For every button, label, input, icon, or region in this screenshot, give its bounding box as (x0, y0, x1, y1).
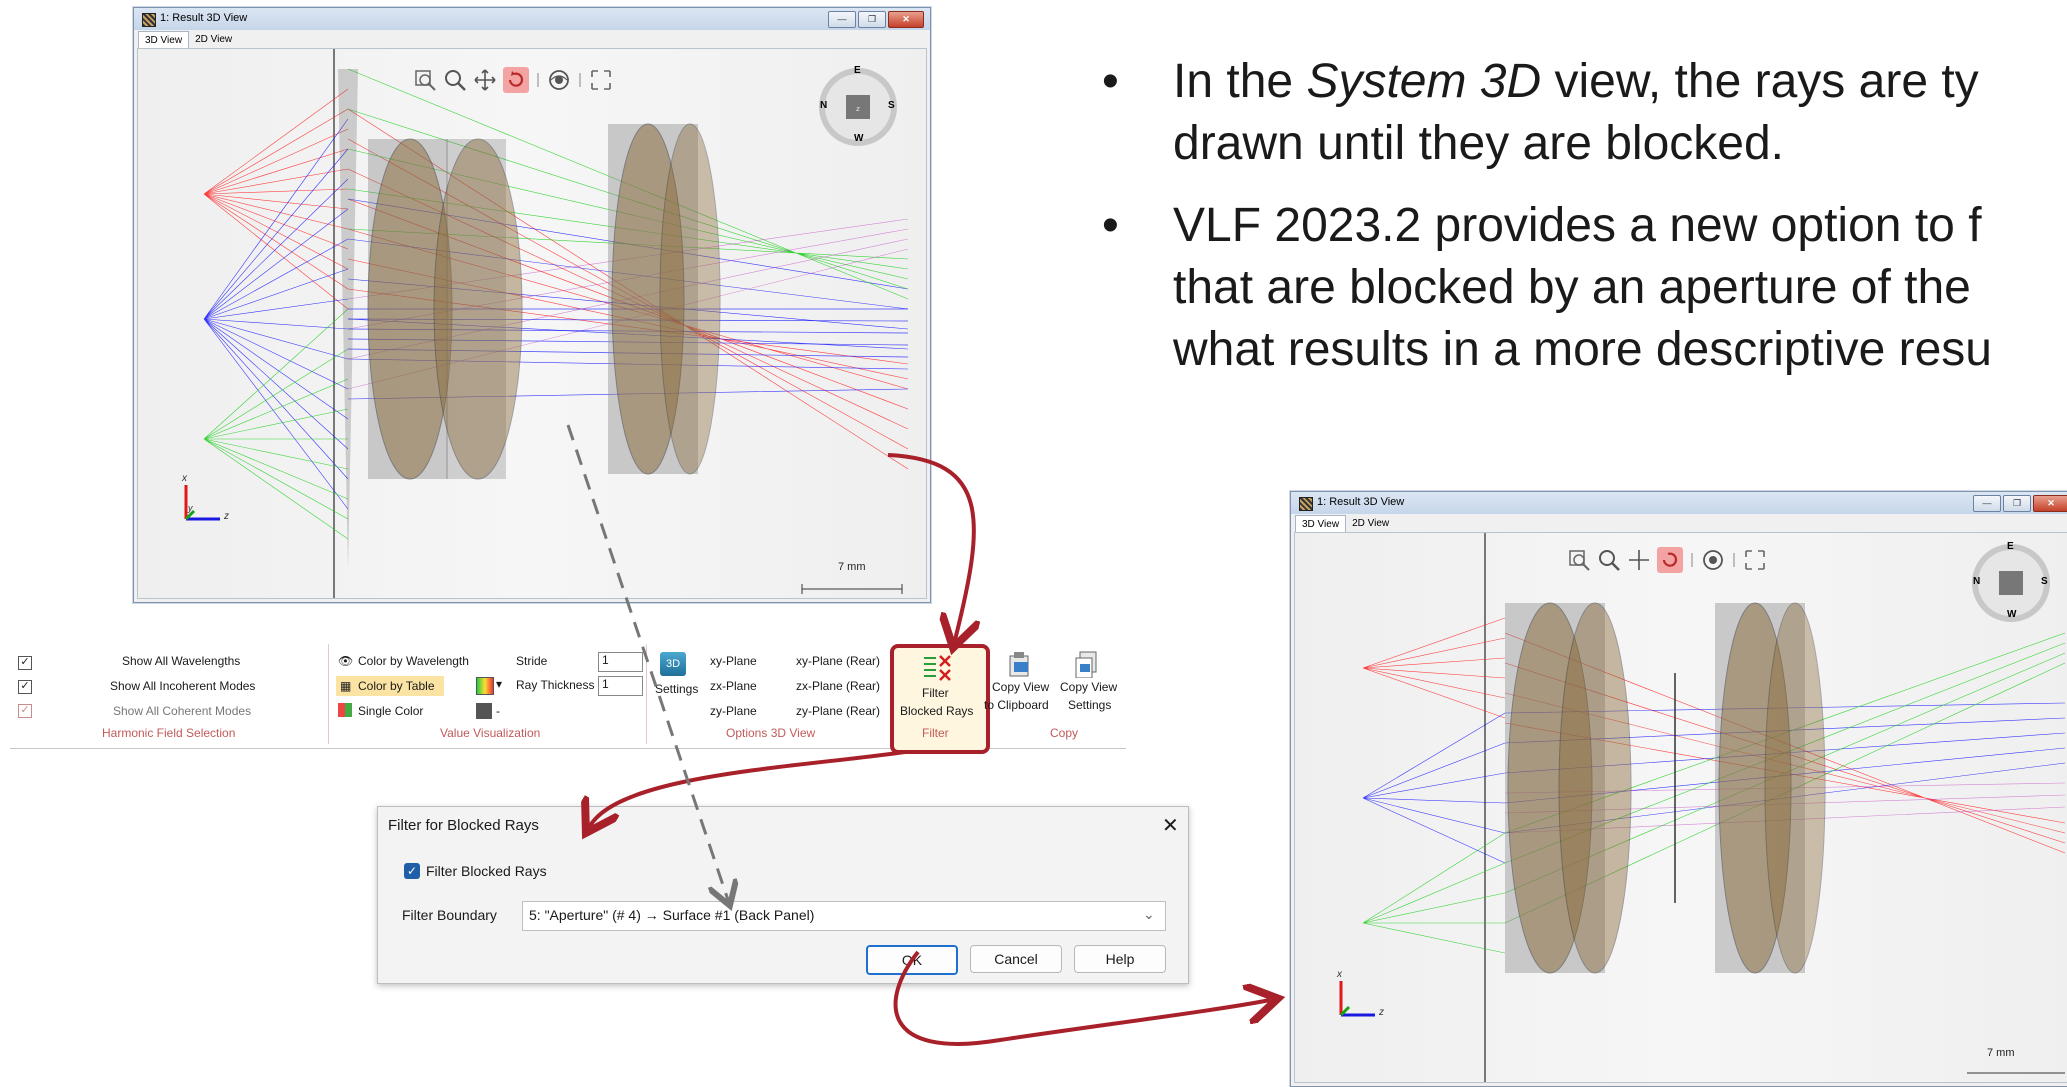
annotation-arrows (566, 424, 2067, 1046)
